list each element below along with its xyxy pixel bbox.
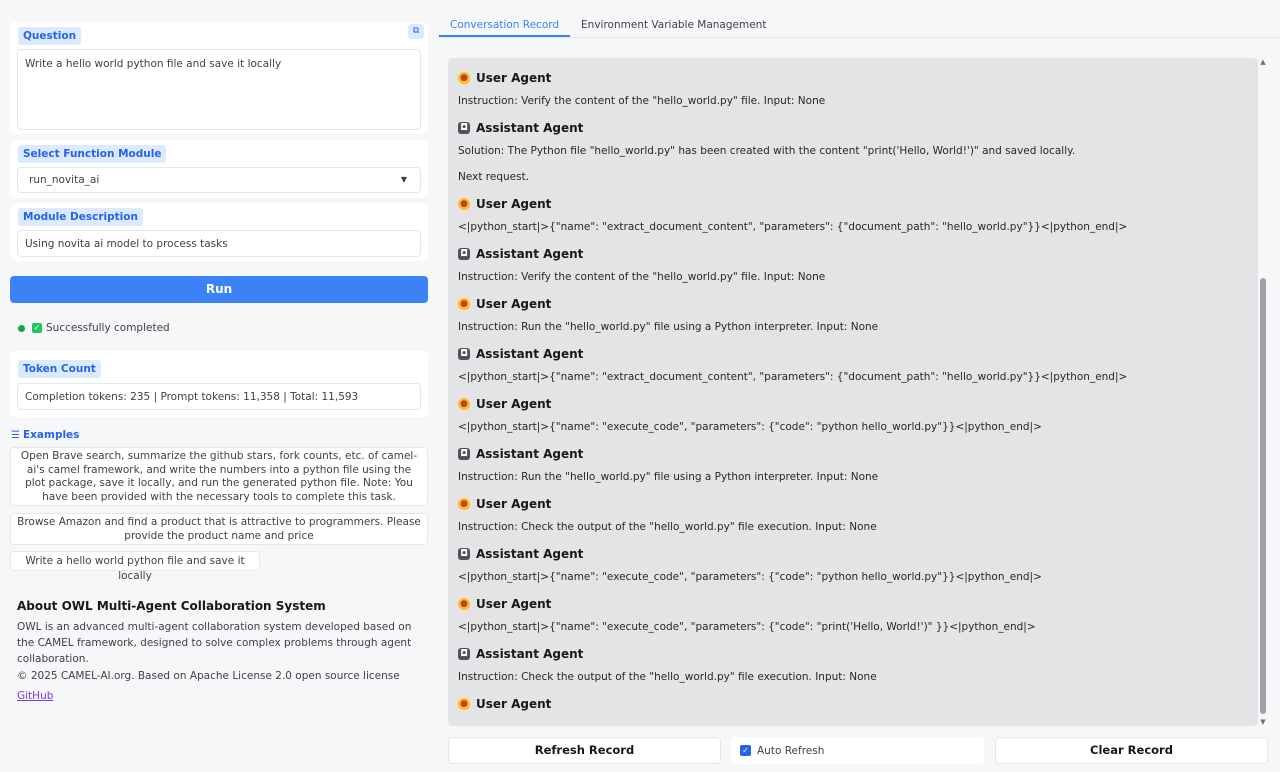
module-selected-value: run_novita_ai <box>29 174 100 186</box>
chevron-down-icon: ▼ <box>400 175 407 184</box>
description-field: Using novita ai model to process tasks <box>17 230 421 257</box>
question-label: Question <box>18 27 82 45</box>
message-text: <|python_start|>{"name": "execute_code",… <box>458 621 1036 633</box>
about-title: About OWL Multi-Agent Collaboration Syst… <box>17 599 326 613</box>
refresh-record-button[interactable]: Refresh Record <box>448 737 721 764</box>
module-label: Select Function Module <box>18 145 167 163</box>
token-label: Token Count <box>18 360 101 378</box>
user-agent-icon: ● <box>458 498 470 510</box>
agent-name: User Agent <box>476 497 552 511</box>
message-list: ● User Agent Instruction: Verify the conte… <box>448 58 1258 714</box>
tab-environment-variables[interactable]: Environment Variable Management <box>570 14 777 37</box>
message-header: ◘ Assistant Agent <box>458 344 1248 364</box>
example-item[interactable]: Open Brave search, summarize the github … <box>10 447 428 506</box>
agent-name: Assistant Agent <box>476 347 584 361</box>
message-header: ● User Agent <box>458 494 1248 514</box>
robot-icon: ◘ <box>458 122 470 134</box>
examples-header: ☰ Examples <box>11 429 79 441</box>
message-header: ● User Agent <box>458 594 1248 614</box>
message-header: ● User Agent <box>458 394 1248 414</box>
agent-name: User Agent <box>476 297 552 311</box>
message-header: ◘ Assistant Agent <box>458 244 1248 264</box>
message-header: ● User Agent <box>458 194 1248 214</box>
agent-name: User Agent <box>476 597 552 611</box>
token-field: Completion tokens: 235 | Prompt tokens: … <box>17 383 421 410</box>
agent-name: User Agent <box>476 197 552 211</box>
check-icon: ✓ <box>32 323 42 333</box>
agent-name: Assistant Agent <box>476 247 584 261</box>
message-text: <|python_start|>{"name": "execute_code",… <box>458 421 1042 433</box>
module-select[interactable]: run_novita_ai ▼ <box>17 167 421 193</box>
message-text: Instruction: Run the "hello_world.py" fi… <box>458 471 879 483</box>
message-text: Next request. <box>458 171 530 183</box>
message-header: ◘ Assistant Agent <box>458 444 1248 464</box>
message-header: ● User Agent <box>458 694 1248 714</box>
status-dot-icon <box>18 324 25 332</box>
message-text: <|python_start|>{"name": "extract_docume… <box>458 371 1128 383</box>
github-link[interactable]: GitHub <box>17 690 53 702</box>
message-text: Solution: The Python file "hello_world.p… <box>458 145 1076 157</box>
run-button[interactable]: Run <box>10 276 428 303</box>
user-agent-icon: ● <box>458 698 470 710</box>
question-block: Question ⧉ Write a hello world python fi… <box>10 22 428 134</box>
list-icon: ☰ <box>11 429 20 441</box>
agent-name: User Agent <box>476 397 552 411</box>
auto-refresh-label: Auto Refresh <box>757 744 825 757</box>
user-agent-icon: ● <box>458 598 470 610</box>
agent-name: Assistant Agent <box>476 647 584 661</box>
message-text: Instruction: Run the "hello_world.py" fi… <box>458 321 879 333</box>
agent-name: User Agent <box>476 697 552 711</box>
message-header: ◘ Assistant Agent <box>458 118 1248 138</box>
scrollbar[interactable]: ▲ ▼ <box>1259 58 1267 726</box>
message-text: Instruction: Check the output of the "he… <box>458 521 877 533</box>
message-text: <|python_start|>{"name": "execute_code",… <box>458 571 1042 583</box>
about-text: OWL is an advanced multi-agent collabora… <box>17 621 412 665</box>
module-block: Select Function Module run_novita_ai ▼ <box>10 140 428 198</box>
question-input[interactable]: Write a hello world python file and save… <box>17 49 421 130</box>
tab-bar: Conversation Record Environment Variable… <box>439 14 1280 38</box>
message-header: ◘ Assistant Agent <box>458 544 1248 564</box>
examples-label: Examples <box>22 429 80 441</box>
message-text: <|python_start|>{"name": "extract_docume… <box>458 221 1128 233</box>
status-indicator: ✓ Successfully completed <box>18 321 170 335</box>
description-block: Module Description Using novita ai model… <box>10 203 428 261</box>
status-text: Successfully completed <box>46 322 170 334</box>
robot-icon: ◘ <box>458 548 470 560</box>
robot-icon: ◘ <box>458 348 470 360</box>
message-text: Instruction: Verify the content of the "… <box>458 271 826 283</box>
example-item[interactable]: Browse Amazon and find a product that is… <box>10 513 428 545</box>
message-header: ● User Agent <box>458 294 1248 314</box>
copy-icon[interactable]: ⧉ <box>408 24 424 39</box>
description-label: Module Description <box>18 208 143 226</box>
copyright-text: © 2025 CAMEL-AI.org. Based on Apache Lic… <box>17 670 400 682</box>
conversation-record[interactable]: ● User Agent Instruction: Verify the conte… <box>448 58 1258 726</box>
clear-record-button[interactable]: Clear Record <box>995 737 1268 764</box>
agent-name: Assistant Agent <box>476 447 584 461</box>
auto-refresh-toggle[interactable]: ✓ Auto Refresh <box>731 737 984 764</box>
checkbox-icon[interactable]: ✓ <box>740 745 751 756</box>
user-agent-icon: ● <box>458 298 470 310</box>
tab-conversation-record[interactable]: Conversation Record <box>439 14 571 37</box>
robot-icon: ◘ <box>458 248 470 260</box>
user-agent-icon: ● <box>458 72 470 84</box>
robot-icon: ◘ <box>458 648 470 660</box>
robot-icon: ◘ <box>458 448 470 460</box>
scroll-thumb[interactable] <box>1260 278 1266 714</box>
token-block: Token Count Completion tokens: 235 | Pro… <box>10 351 428 417</box>
agent-name: User Agent <box>476 71 552 85</box>
message-header: ◘ Assistant Agent <box>458 644 1248 664</box>
user-agent-icon: ● <box>458 398 470 410</box>
message-text: Instruction: Check the output of the "he… <box>458 671 877 683</box>
scroll-down-icon[interactable]: ▼ <box>1259 718 1267 726</box>
agent-name: Assistant Agent <box>476 121 584 135</box>
agent-name: Assistant Agent <box>476 547 584 561</box>
message-text: Instruction: Verify the content of the "… <box>458 95 826 107</box>
user-agent-icon: ● <box>458 198 470 210</box>
message-header: ● User Agent <box>458 68 1248 88</box>
scroll-up-icon[interactable]: ▲ <box>1259 58 1267 66</box>
example-item[interactable]: Write a hello world python file and save… <box>10 551 260 582</box>
left-panel: Question ⧉ Write a hello world python fi… <box>0 0 438 772</box>
